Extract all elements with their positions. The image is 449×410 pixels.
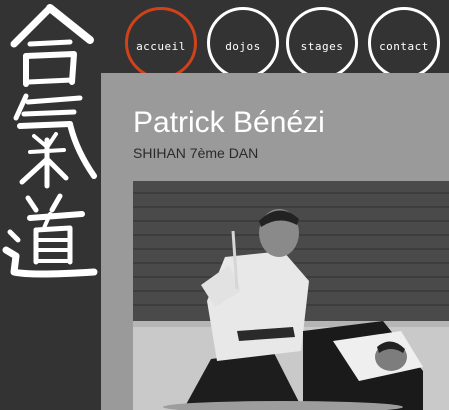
nav-item-label: accueil xyxy=(136,39,186,53)
nav-item-label: dojos xyxy=(225,39,261,53)
page-title: Patrick Bénézi xyxy=(133,106,325,139)
logo-column xyxy=(0,0,101,410)
nav-item-stages[interactable]: stages xyxy=(286,7,358,79)
nav-item-dojos[interactable]: dojos xyxy=(207,7,279,79)
aikido-photo-image xyxy=(133,181,449,410)
nav-item-label: contact xyxy=(379,39,429,53)
aikido-calligraphy-logo xyxy=(2,4,98,278)
hero-photo xyxy=(133,181,449,410)
content-panel: Patrick Bénézi SHIHAN 7ème DAN xyxy=(101,73,449,410)
nav-item-label: stages xyxy=(300,39,344,53)
page-subtitle: SHIHAN 7ème DAN xyxy=(133,145,259,161)
nav-item-contact[interactable]: contact xyxy=(368,7,440,79)
nav-item-accueil[interactable]: accueil xyxy=(125,7,197,79)
main-nav: accueil dojos stages contact xyxy=(123,4,449,80)
